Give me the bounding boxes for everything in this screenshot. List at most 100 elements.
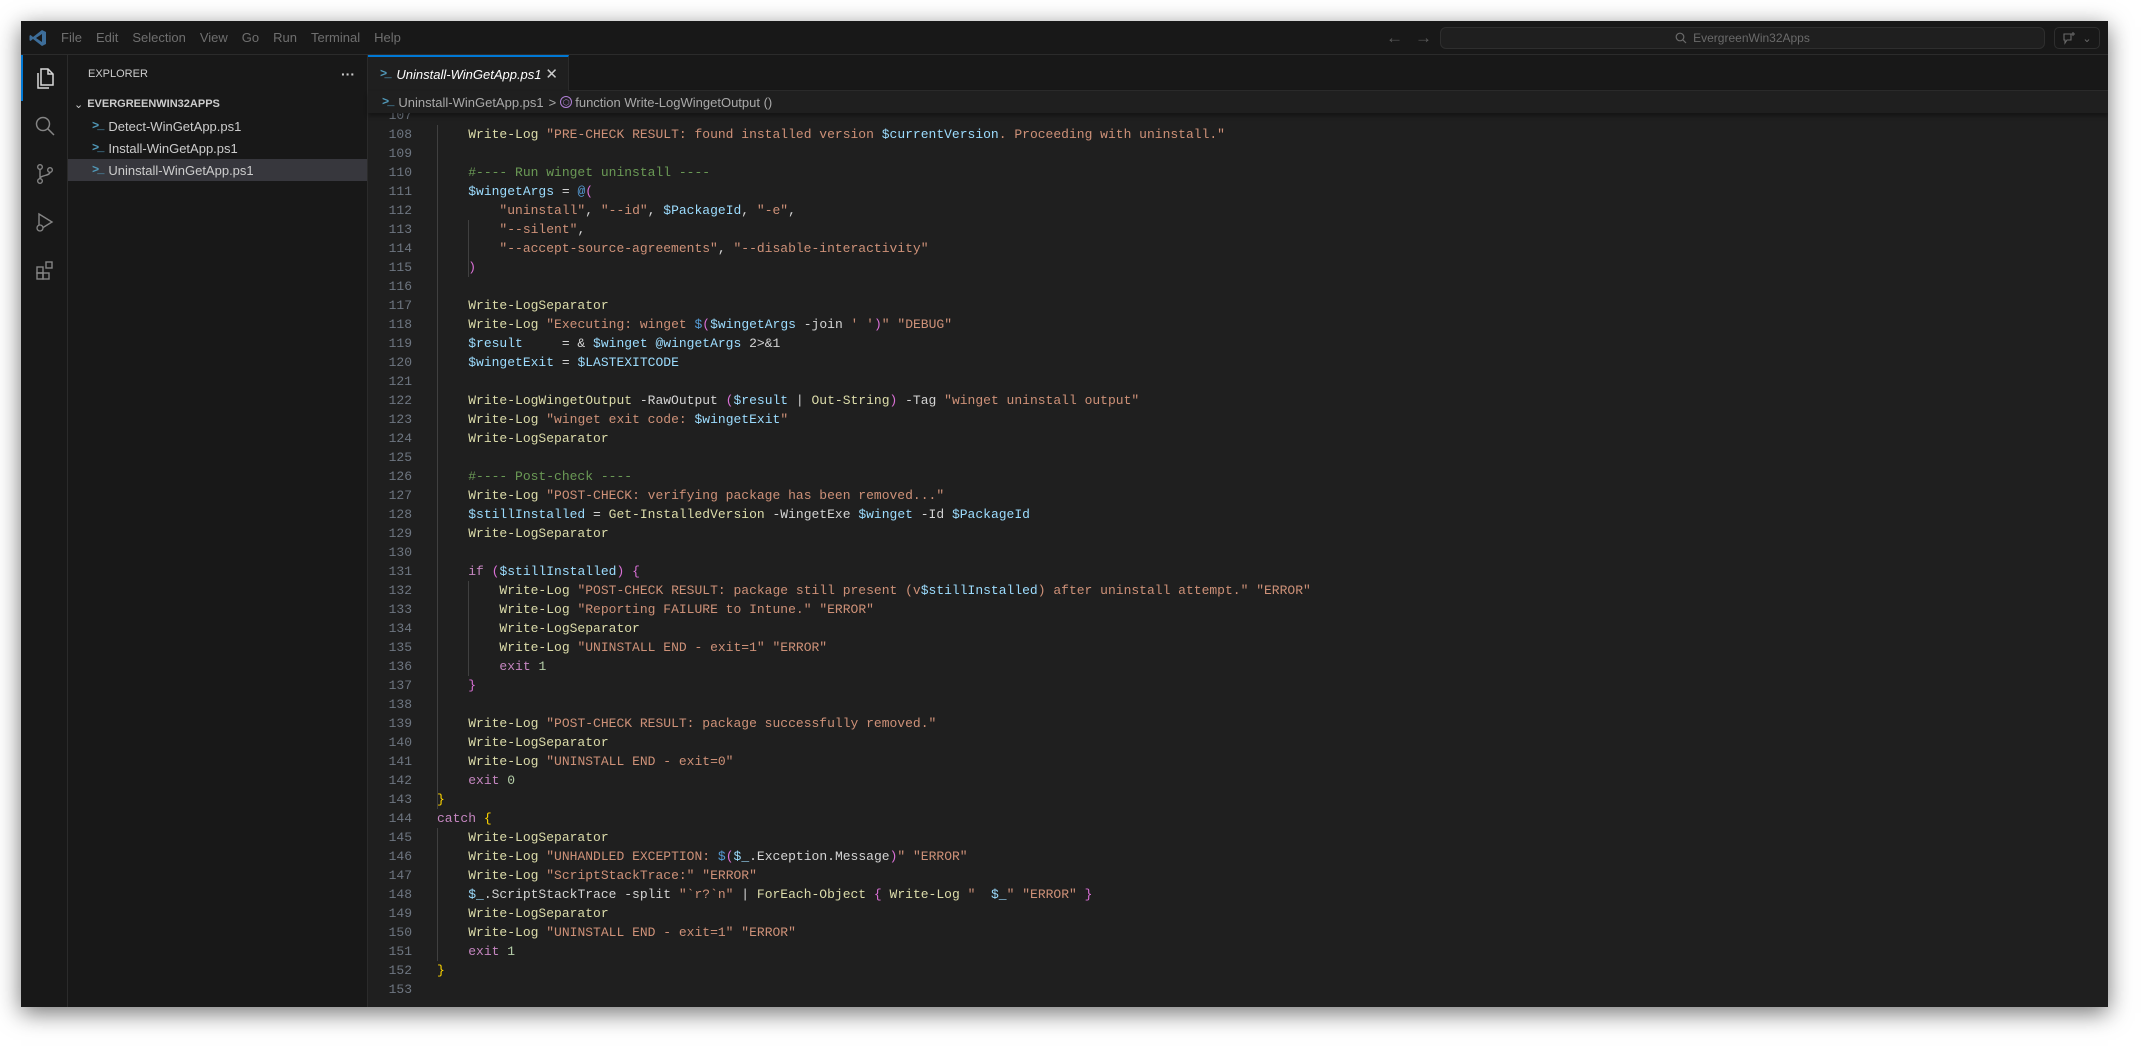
line-text: Write-LogSeparator: [437, 828, 608, 847]
chat-button[interactable]: ⌄: [2054, 27, 2100, 49]
close-icon[interactable]: ✕: [545, 65, 558, 83]
activity-source-control[interactable]: [21, 151, 68, 197]
line-number: 134: [388, 621, 412, 636]
code-token: 1: [507, 944, 516, 959]
back-arrow-icon[interactable]: ←: [1386, 28, 1403, 48]
code-editor[interactable]: 107 108 Write-Log "PRE-CHECK RESULT: foun…: [368, 113, 2108, 1007]
line-number: 147: [388, 868, 412, 883]
activity-extensions[interactable]: [21, 247, 68, 293]
chevron-down-icon[interactable]: ⌄: [2082, 32, 2091, 45]
code-token: Write-LogSeparator: [468, 431, 609, 446]
powershell-file-icon: >_: [92, 141, 104, 155]
file-item-uninstall[interactable]: >_ Uninstall-WinGetApp.ps1: [68, 159, 367, 181]
code-token: $_: [990, 887, 1007, 902]
code-token: exit: [468, 773, 500, 788]
command-center-search[interactable]: EvergreenWin32Apps: [1440, 27, 2045, 49]
code-token: "ERROR": [913, 849, 968, 864]
code-token: Write-Log: [468, 317, 539, 332]
line-number: 148: [388, 887, 412, 902]
activity-run-debug[interactable]: [21, 199, 68, 245]
code-token: $winget: [593, 336, 648, 351]
powershell-file-icon: >_: [382, 95, 394, 109]
code-token: {: [632, 564, 640, 579]
code-token: "Reporting FAILURE to Intune.": [577, 602, 812, 617]
files-icon: [36, 68, 54, 89]
line-number: 116: [388, 279, 412, 294]
line-text: "uninstall", "--id", $PackageId, "-e",: [437, 201, 796, 220]
menu-edit[interactable]: Edit: [96, 30, 118, 45]
menu-help[interactable]: Help: [374, 30, 401, 45]
line-number: 130: [388, 545, 412, 560]
line-number: 111: [388, 184, 412, 199]
code-line: 112 "uninstall", "--id", $PackageId, "-e…: [368, 201, 2108, 220]
more-actions-icon[interactable]: ···: [341, 66, 355, 82]
tab-uninstall-wingetapp[interactable]: >_ Uninstall-WinGetApp.ps1 ✕: [368, 55, 569, 91]
line-text: catch {: [437, 809, 492, 828]
code-line: 143}: [368, 790, 2108, 809]
code-line: 114 "--accept-source-agreements", "--dis…: [368, 239, 2108, 258]
code-line: 116: [368, 277, 2108, 296]
vscode-window: File Edit Selection View Go Run Terminal Help ←…: [21, 21, 2108, 1007]
code-token: Write-LogWingetOutput: [468, 393, 633, 408]
code-token: Write-Log: [468, 127, 539, 142]
menu-terminal[interactable]: Terminal: [311, 30, 360, 45]
breadcrumb-symbol[interactable]: function Write-LogWingetOutput (): [575, 95, 772, 110]
code-token: = &: [522, 336, 594, 351]
line-text: $wingetArgs = @(: [437, 182, 593, 201]
source-control-icon: [36, 164, 53, 185]
forward-arrow-icon[interactable]: →: [1415, 28, 1432, 48]
code-token: }: [437, 792, 445, 807]
code-token: }: [437, 963, 445, 978]
run-debug-icon: [35, 212, 53, 232]
menu-go[interactable]: Go: [242, 30, 259, 45]
code-token: =: [554, 184, 578, 199]
code-token: #---- Post-check ----: [468, 469, 633, 484]
code-token: "ERROR": [1256, 583, 1311, 598]
code-token: "--id": [600, 203, 648, 218]
code-token: Write-Log: [468, 849, 539, 864]
breadcrumb-file[interactable]: Uninstall-WinGetApp.ps1: [398, 95, 543, 110]
workspace-root-folder[interactable]: ⌄ EVERGREENWIN32APPS: [68, 93, 367, 115]
menu-file[interactable]: File: [61, 30, 82, 45]
code-token: Write-Log: [468, 716, 539, 731]
menu-selection[interactable]: Selection: [132, 30, 185, 45]
code-line: 123 Write-Log "winget exit code: $winget…: [368, 410, 2108, 429]
activity-bar: [21, 55, 68, 1007]
search-icon: [35, 116, 55, 136]
line-number: 143: [388, 792, 412, 807]
line-number: 150: [388, 925, 412, 940]
line-text: exit 0: [437, 771, 515, 790]
code-token: "winget uninstall output": [944, 393, 1140, 408]
file-item-detect[interactable]: >_ Detect-WinGetApp.ps1: [68, 115, 367, 137]
line-text: if ($stillInstalled) {: [437, 562, 640, 581]
activity-search[interactable]: [21, 103, 68, 149]
code-line: 141 Write-Log "UNINSTALL END - exit=0": [368, 752, 2108, 771]
activity-explorer[interactable]: [21, 55, 68, 101]
code-line: 124 Write-LogSeparator: [368, 429, 2108, 448]
file-label: Uninstall-WinGetApp.ps1: [108, 162, 254, 178]
file-item-install[interactable]: >_ Install-WinGetApp.ps1: [68, 137, 367, 159]
line-number: 133: [388, 602, 412, 617]
code-line: 151 exit 1: [368, 942, 2108, 961]
code-token: ,: [788, 203, 796, 218]
code-token: "ERROR": [741, 925, 796, 940]
line-number: 153: [388, 982, 412, 997]
function-symbol-icon: ⬡: [560, 96, 573, 108]
menu-run[interactable]: Run: [273, 30, 297, 45]
code-token: -RawOutput: [632, 393, 726, 408]
menu-view[interactable]: View: [200, 30, 228, 45]
code-line: 122 Write-LogWingetOutput -RawOutput ($r…: [368, 391, 2108, 410]
